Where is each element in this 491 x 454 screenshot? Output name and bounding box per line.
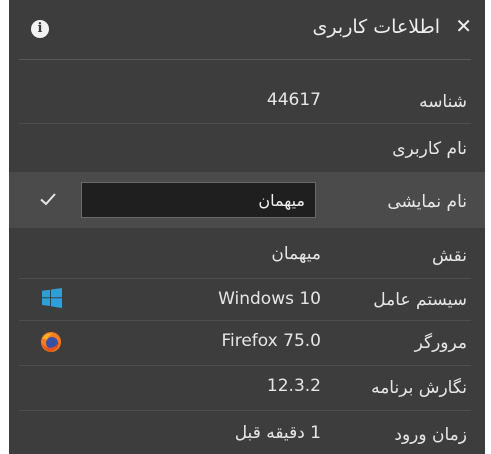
panel-header: i اطلاعات کاربری ✕ [9,0,485,60]
username-label: نام کاربری [392,139,467,159]
close-icon[interactable]: ✕ [455,15,472,37]
display-name-label: نام نمایشی [387,192,467,212]
app-version-value: 12.3.2 [266,376,321,396]
row-id: شناسه 44617 [9,60,485,120]
login-time-value: 1 دقیقه قبل [234,423,321,443]
check-icon[interactable] [39,190,57,208]
firefox-icon [41,332,61,352]
os-label: سیستم عامل [373,290,467,310]
os-value: Windows 10 [218,289,321,309]
row-login-time: زمان ورود 1 دقیقه قبل [9,411,485,454]
id-label: شناسه [419,92,467,112]
panel-title: اطلاعات کاربری [312,16,440,38]
id-value: 44617 [266,90,321,110]
display-name-input[interactable] [81,182,316,218]
role-label: نقش [431,246,467,266]
row-username: نام کاربری [9,124,485,170]
login-time-label: زمان ورود [394,425,467,445]
row-os: سیستم عامل Windows 10 [9,279,485,321]
row-browser: مرورگر Firefox 75.0 [9,321,485,365]
browser-label: مرورگر [414,333,467,353]
row-app-version: نگارش برنامه 12.3.2 [9,366,485,410]
browser-value: Firefox 75.0 [221,331,321,351]
windows-icon [42,288,62,308]
user-info-panel: i اطلاعات کاربری ✕ شناسه 44617 نام کاربر… [9,0,485,454]
role-value: میهمان [271,244,321,264]
row-role: نقش میهمان [9,230,485,278]
app-version-label: نگارش برنامه [371,378,467,398]
info-icon[interactable]: i [31,20,49,38]
row-display-name: نام نمایشی [9,172,485,228]
